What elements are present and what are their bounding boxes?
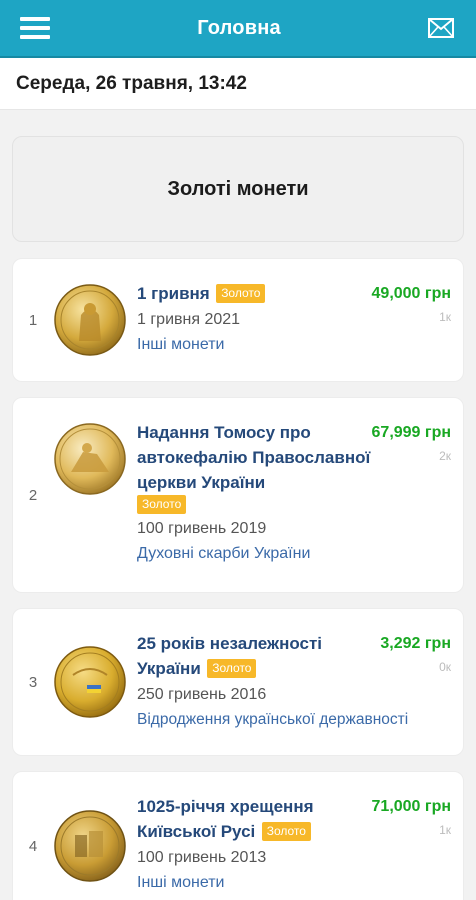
- coin-index: 3: [28, 673, 38, 691]
- coin-index: 1: [28, 311, 38, 329]
- coin-price: 49,000 грн: [371, 285, 451, 302]
- coin-price: 67,999 грн: [371, 424, 451, 441]
- mail-icon[interactable]: [428, 18, 454, 38]
- coin-nominal: 100 гривень 2013: [137, 849, 267, 866]
- coin-series[interactable]: Інші монети: [137, 870, 453, 895]
- app-bar: Головна: [0, 0, 476, 58]
- coin-index: 4: [28, 837, 38, 855]
- gold-badge: Золото: [261, 822, 311, 841]
- coin-title[interactable]: Надання Томосу про автокефалію Православ…: [137, 423, 370, 492]
- coin-series[interactable]: Духовні скарби України: [137, 541, 453, 566]
- hamburger-icon[interactable]: [20, 17, 50, 39]
- price-column: 67,999 грн 2к: [372, 420, 451, 463]
- coin-series[interactable]: Відродження української державності: [137, 707, 459, 732]
- price-column: 49,000 грн 1к: [372, 281, 451, 324]
- coin-price: 71,000 грн: [371, 798, 451, 815]
- views-count: 1к: [439, 310, 451, 324]
- coin-price: 3,292 грн: [380, 635, 451, 652]
- coin-nominal: 250 гривень 2016: [137, 686, 267, 703]
- price-column: 71,000 грн 1к: [372, 794, 451, 837]
- coin-card[interactable]: 3 25 років незалежності України Золото 2…: [12, 608, 464, 756]
- views-count: 1к: [439, 823, 451, 837]
- coin-index: 2: [28, 486, 38, 504]
- gold-badge: Золото: [216, 284, 266, 303]
- coin-title[interactable]: 1 гривня: [137, 284, 210, 303]
- gold-badge: Золото: [207, 659, 257, 678]
- coin-nominal: 100 гривень 2019: [137, 520, 267, 537]
- section-title: Золоті монети: [167, 177, 309, 200]
- coin-card[interactable]: 1 1 гривня Золото 1 гривня 2021 Інші мон…: [12, 258, 464, 382]
- coin-image: [54, 646, 126, 718]
- views-count: 0к: [439, 660, 451, 674]
- date-bar: Середа, 26 травня, 13:42: [0, 58, 476, 110]
- price-column: 3,292 грн 0к: [380, 631, 451, 674]
- coin-image: [54, 423, 126, 495]
- coin-card[interactable]: 2 Надання Томосу про автокефалію Правосл…: [12, 397, 464, 593]
- gold-badge: Золото: [137, 495, 187, 514]
- coin-series[interactable]: Інші монети: [137, 332, 353, 357]
- content: Золоті монети 1 1 гривня Золото 1 гривня…: [0, 110, 476, 900]
- coin-image: [54, 810, 126, 882]
- coin-image: [54, 284, 126, 356]
- page-title: Головна: [197, 16, 281, 39]
- coin-card[interactable]: 4 1025-річчя хрещення Київської Русі Зол…: [12, 771, 464, 900]
- views-count: 2к: [439, 449, 451, 463]
- coin-nominal: 1 гривня 2021: [137, 311, 241, 328]
- section-header[interactable]: Золоті монети: [12, 136, 464, 242]
